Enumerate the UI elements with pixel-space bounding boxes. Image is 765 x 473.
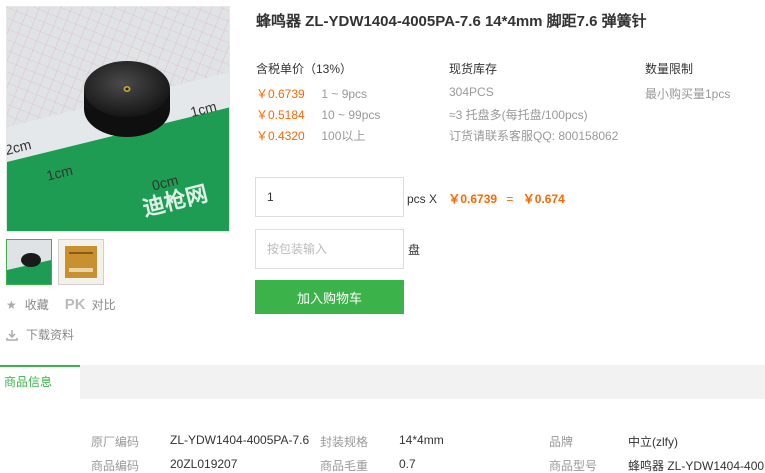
spec-label: 品牌 [549,435,574,449]
spec-item: 封装规格 [320,433,368,450]
stock-packaging: ≈3 托盘多(每托盘/100pcs) [449,108,588,122]
unit-label: pcs X [407,192,438,206]
spec-item: 14*4mm [399,433,444,447]
thumbnail-2[interactable] [58,239,104,285]
spec-item: 中立(zlfy) [628,433,678,450]
total-price: ￥0.674 [522,192,565,206]
spec-label: 商品毛重 [320,459,369,473]
spec-label: 封装规格 [320,435,369,449]
limit-header: 数量限制 [645,62,694,76]
pack-unit-label: 盘 [408,243,421,257]
price-tier: ￥0.6739 1 ~ 9pcs [256,85,367,102]
pk-icon: PK [64,296,86,313]
spec-item: 20ZL019207 [170,457,237,471]
product-title: 蜂鸣器 ZL-YDW1404-4005PA-7.6 14*4mm 脚距7.6 弹… [256,13,647,30]
star-icon: ★ [6,297,17,312]
spec-label: 商品编码 [91,459,140,473]
buzzer-photo-illustration: 2cm 1cm 1cm 0cm 迪枪网 [7,7,229,231]
stock-contact: 订货请联系客服QQ: 800158062 [449,129,619,143]
download-label: 下载资料 [26,328,75,342]
spec-value: 中立(zlfy) [628,435,678,449]
tier-price: ￥0.5184 [256,108,305,122]
compare-label: 对比 [91,298,116,312]
price-tier: ￥0.4320 100以上 [256,127,365,144]
detail-tab-bar: 商品信息 [0,365,765,399]
tier-qty: 100以上 [321,129,366,143]
stock-amount: 304PCS [449,85,494,99]
spec-value: 蜂鸣器 ZL-YDW1404-400 [628,459,765,473]
spec-item: 品牌 [549,433,573,450]
stock-header: 现货库存 [449,62,498,76]
spec-item: 0.7 [399,457,416,471]
product-actions: ★ 收藏 PK 对比 [6,296,132,313]
spec-value: 20ZL019207 [170,457,238,471]
pack-quantity-input[interactable] [255,229,404,269]
thumbnail-package-icon [59,240,103,284]
spec-label: 商品型号 [549,459,598,473]
spec-item: 商品编码 [91,457,139,473]
equals-sign: = [506,192,514,206]
thumbnail-1[interactable] [6,239,52,285]
price-tier: ￥0.5184 10 ~ 99pcs [256,106,380,123]
compare-button[interactable]: PK 对比 [65,296,116,313]
price-calculation: pcs X ￥0.6739 = ￥0.674 [407,190,565,207]
spec-value: 14*4mm [399,433,444,447]
thumbnail-buzzer-icon [7,240,51,284]
tier-qty: 1 ~ 9pcs [321,87,368,101]
product-main-image: 2cm 1cm 1cm 0cm 迪枪网 [6,6,230,232]
spec-item: ZL-YDW1404-4005PA-7.6 [170,433,309,447]
spec-item: 原厂编码 [91,433,139,450]
spec-item: 商品型号 [549,457,597,473]
download-icon [6,329,18,341]
tier-qty: 10 ~ 99pcs [321,108,381,122]
tier-price: ￥0.4320 [256,129,305,143]
unit-price: ￥0.6739 [448,192,498,206]
favorite-label: 收藏 [24,298,49,312]
price-header: 含税单价（13%） [256,62,353,76]
spec-item: 蜂鸣器 ZL-YDW1404-400 [628,457,764,473]
download-datasheet-button[interactable]: 下载资料 [6,326,74,343]
spec-value: 0.7 [399,457,416,471]
spec-label: 原厂编码 [91,435,140,449]
min-order: 最小购买量1pcs [645,87,731,101]
thumbnail-strip [6,239,104,285]
tab-product-info[interactable]: 商品信息 [0,365,80,399]
add-to-cart-button[interactable]: 加入购物车 [255,280,404,314]
quantity-input[interactable] [255,177,404,217]
tier-price: ￥0.6739 [256,87,305,101]
spec-item: 商品毛重 [320,457,368,473]
favorite-button[interactable]: ★ 收藏 [6,296,49,313]
spec-value: ZL-YDW1404-4005PA-7.6 [170,433,310,447]
